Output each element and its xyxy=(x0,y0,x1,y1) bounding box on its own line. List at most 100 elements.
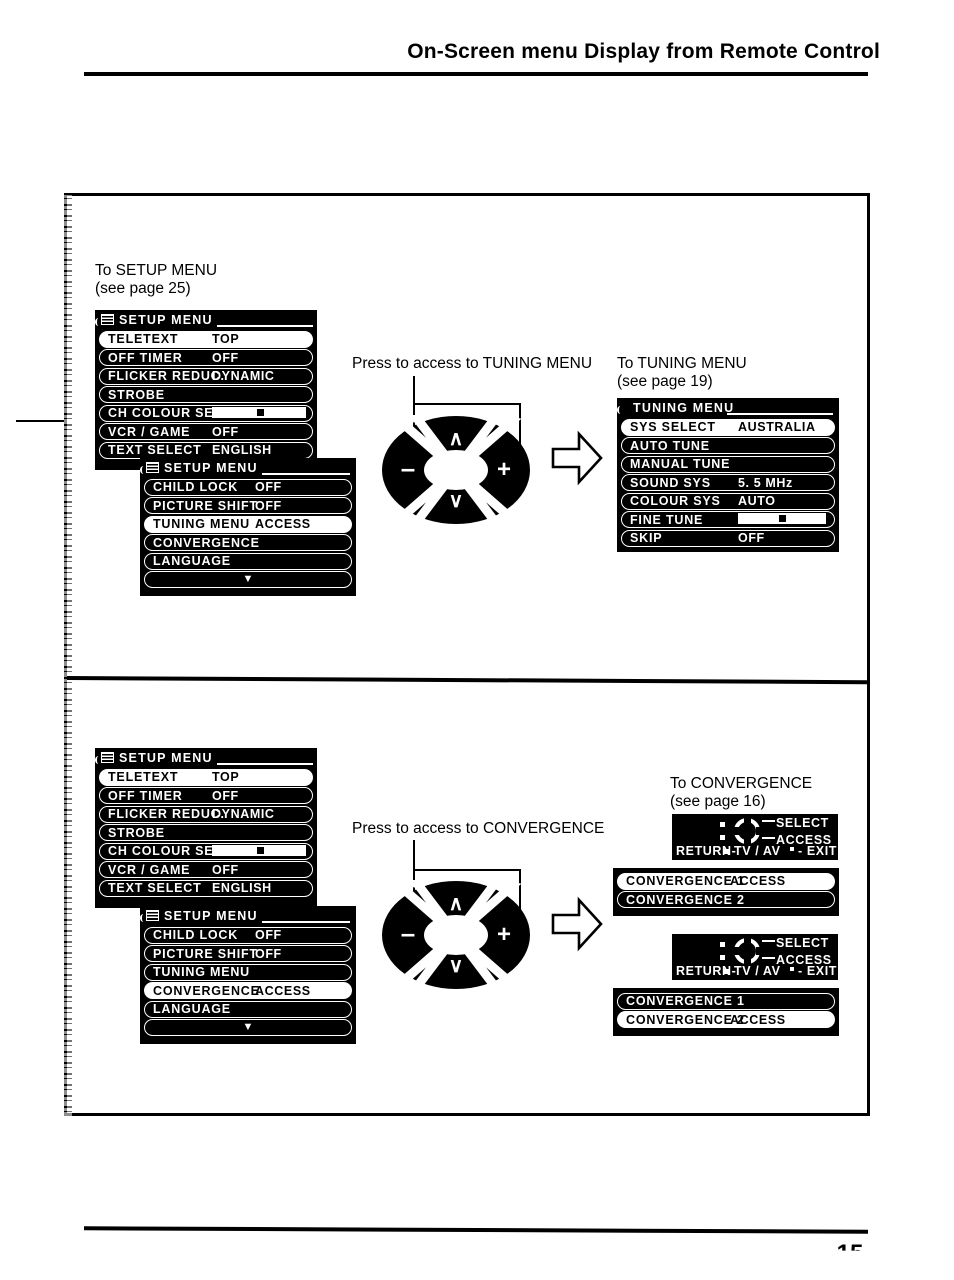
title-rule xyxy=(84,72,868,76)
osd-row[interactable]: FLICKER REDUC. DYNAMIC xyxy=(99,805,313,823)
osd-row[interactable]: CONVERGENCE ACCESS xyxy=(144,982,352,999)
osd-panel-setup-menu-2: SETUP MENU CHILD LOCK OFF PICTURE SHIFT OFF… xyxy=(140,906,356,1044)
osd-help-banner: SELECT ACCESS RETURN- TV / AV - EXIT xyxy=(672,814,838,860)
osd-row-label: SOUND SYS xyxy=(630,475,711,490)
osd-slider-knob[interactable] xyxy=(257,846,265,854)
osd-row[interactable]: SKIP OFF xyxy=(621,529,835,547)
osd-row-value: DYNAMIC xyxy=(212,807,275,821)
osd-row[interactable]: PICTURE SHIFT OFF xyxy=(144,945,352,962)
ring-notch xyxy=(756,947,764,955)
osd-row[interactable]: TELETEXT TOP xyxy=(99,768,313,786)
connector-dash xyxy=(762,957,775,959)
osd-row[interactable]: CHILD LOCK OFF xyxy=(144,926,352,944)
osd-row-label: CHILD LOCK xyxy=(153,928,239,942)
header-underline xyxy=(217,325,313,327)
osd-row[interactable]: VCR / GAME OFF xyxy=(99,423,313,440)
osd-slider[interactable] xyxy=(212,844,306,856)
page-number: 15 xyxy=(836,1240,864,1267)
osd-header-setup-menu: SETUP MENU xyxy=(140,906,356,925)
osd-row[interactable]: LANGUAGE xyxy=(144,1000,352,1018)
osd-slider-knob[interactable] xyxy=(778,515,786,522)
osd-row[interactable]: FINE TUNE xyxy=(621,511,835,528)
bullet-square xyxy=(720,835,725,840)
osd-row[interactable]: CONVERGENCE 1 ACCESS xyxy=(617,872,835,890)
osd-row[interactable]: FLICKER REDUC. DYNAMIC xyxy=(99,367,313,385)
osd-row[interactable]: VCR / GAME OFF xyxy=(99,861,313,878)
osd-row-list: TELETEXT TOP OFF TIMER OFF FLICKER REDUC. DYN… xyxy=(95,768,317,897)
osd-row[interactable]: CONVERGENCE xyxy=(144,534,352,551)
osd-row[interactable]: CONVERGENCE 2 ACCESS xyxy=(617,1011,835,1028)
osd-row-value: ENGLISH xyxy=(212,443,272,457)
osd-row-label: FLICKER REDUC. xyxy=(108,807,225,821)
osd-row[interactable]: TEXT SELECT ENGLISH xyxy=(99,879,313,897)
dpad-icon[interactable]: – + ∧ ∨ xyxy=(380,411,532,529)
connector-dash xyxy=(762,820,775,822)
osd-row[interactable]: TUNING MENU xyxy=(144,963,352,981)
grid-icon xyxy=(101,314,114,325)
osd-header-label: SETUP MENU xyxy=(164,460,258,475)
osd-panel-setup-menu-2: SETUP MENU CHILD LOCK OFF PICTURE SHIFT OFF… xyxy=(140,458,356,596)
osd-panel-setup-menu-1: SETUP MENU TELETEXT TOP OFF TIMER OFF FLICKE… xyxy=(95,310,317,470)
osd-row[interactable]: CONVERGENCE 1 xyxy=(617,992,835,1010)
osd-row[interactable]: COLOUR SYS AUTO xyxy=(621,492,835,510)
osd-row[interactable]: CH COLOUR SET xyxy=(99,404,313,422)
osd-row[interactable]: CH COLOUR SET xyxy=(99,842,313,860)
osd-row-label: TEXT SELECT xyxy=(108,443,202,457)
osd-row[interactable]: STROBE xyxy=(99,824,313,841)
osd-row-label: MANUAL TUNE xyxy=(630,457,731,471)
osd-row-value: OFF xyxy=(212,788,239,803)
osd-row-value: OFF xyxy=(255,480,282,494)
caption-to-setup-menu: To SETUP MENU (see page 25) xyxy=(95,262,218,297)
right-arrow-icon xyxy=(551,895,603,953)
bullet-square xyxy=(790,967,794,971)
osd-row[interactable]: ▼ xyxy=(144,1019,352,1036)
ring-notch xyxy=(744,935,751,943)
dpad-icon[interactable]: – + ∧ ∨ xyxy=(380,876,532,994)
osd-row[interactable]: SYS SELECT AUSTRALIA xyxy=(621,418,835,436)
osd-slider[interactable] xyxy=(738,513,826,524)
osd-row-label: OFF TIMER xyxy=(108,788,183,803)
osd-row[interactable]: TUNING MENU ACCESS xyxy=(144,515,352,533)
bullet-square xyxy=(724,849,729,854)
osd-slider[interactable] xyxy=(212,406,306,418)
osd-row-value: OFF xyxy=(738,531,765,545)
osd-row[interactable]: CONVERGENCE 2 xyxy=(617,891,835,908)
chevron-down-icon[interactable]: ▼ xyxy=(243,1022,254,1033)
header-underline xyxy=(262,921,350,923)
osd-row[interactable]: ▼ xyxy=(144,571,352,588)
osd-row[interactable]: CHILD LOCK OFF xyxy=(144,478,352,496)
osd-row-label: CONVERGENCE 1 xyxy=(626,874,745,888)
osd-row-value: ACCESS xyxy=(255,517,311,531)
osd-slider-knob[interactable] xyxy=(257,408,265,416)
ring-notch xyxy=(731,947,739,955)
osd-row-label: LANGUAGE xyxy=(153,554,231,568)
osd-row-label: TUNING MENU xyxy=(153,965,250,979)
osd-row[interactable]: STROBE xyxy=(99,386,313,403)
osd-row-value: AUTO xyxy=(738,494,776,508)
header-underline xyxy=(217,763,313,765)
osd-header-setup-menu: SETUP MENU xyxy=(95,748,317,767)
osd-row-label: CONVERGENCE xyxy=(153,535,260,550)
osd-row[interactable]: OFF TIMER OFF xyxy=(99,349,313,366)
osd-row-label: CONVERGENCE 1 xyxy=(626,994,745,1008)
bullet-square xyxy=(724,969,729,974)
osd-row[interactable]: LANGUAGE xyxy=(144,552,352,570)
osd-row-label: SKIP xyxy=(630,531,663,545)
osd-row-label: CHILD LOCK xyxy=(153,480,239,494)
osd-row[interactable]: PICTURE SHIFT OFF xyxy=(144,497,352,514)
osd-row[interactable]: TEXT SELECT ENGLISH xyxy=(99,441,313,459)
osd-row[interactable]: OFF TIMER OFF xyxy=(99,787,313,804)
osd-row-label: CONVERGENCE 2 xyxy=(626,892,745,907)
osd-row[interactable]: MANUAL TUNE xyxy=(621,455,835,473)
bullet-square xyxy=(720,822,725,827)
help-label-exit: - EXIT xyxy=(798,844,838,858)
bullet-square xyxy=(720,942,725,947)
ring-notch xyxy=(731,827,739,835)
osd-row[interactable]: SOUND SYS 5. 5 MHz xyxy=(621,474,835,491)
osd-row[interactable]: TELETEXT TOP xyxy=(99,330,313,348)
grid-icon xyxy=(101,752,114,763)
osd-row-value: TOP xyxy=(212,332,240,346)
osd-row-value: AUSTRALIA xyxy=(738,420,816,434)
chevron-down-icon[interactable]: ▼ xyxy=(243,574,254,585)
osd-row[interactable]: AUTO TUNE xyxy=(621,437,835,454)
